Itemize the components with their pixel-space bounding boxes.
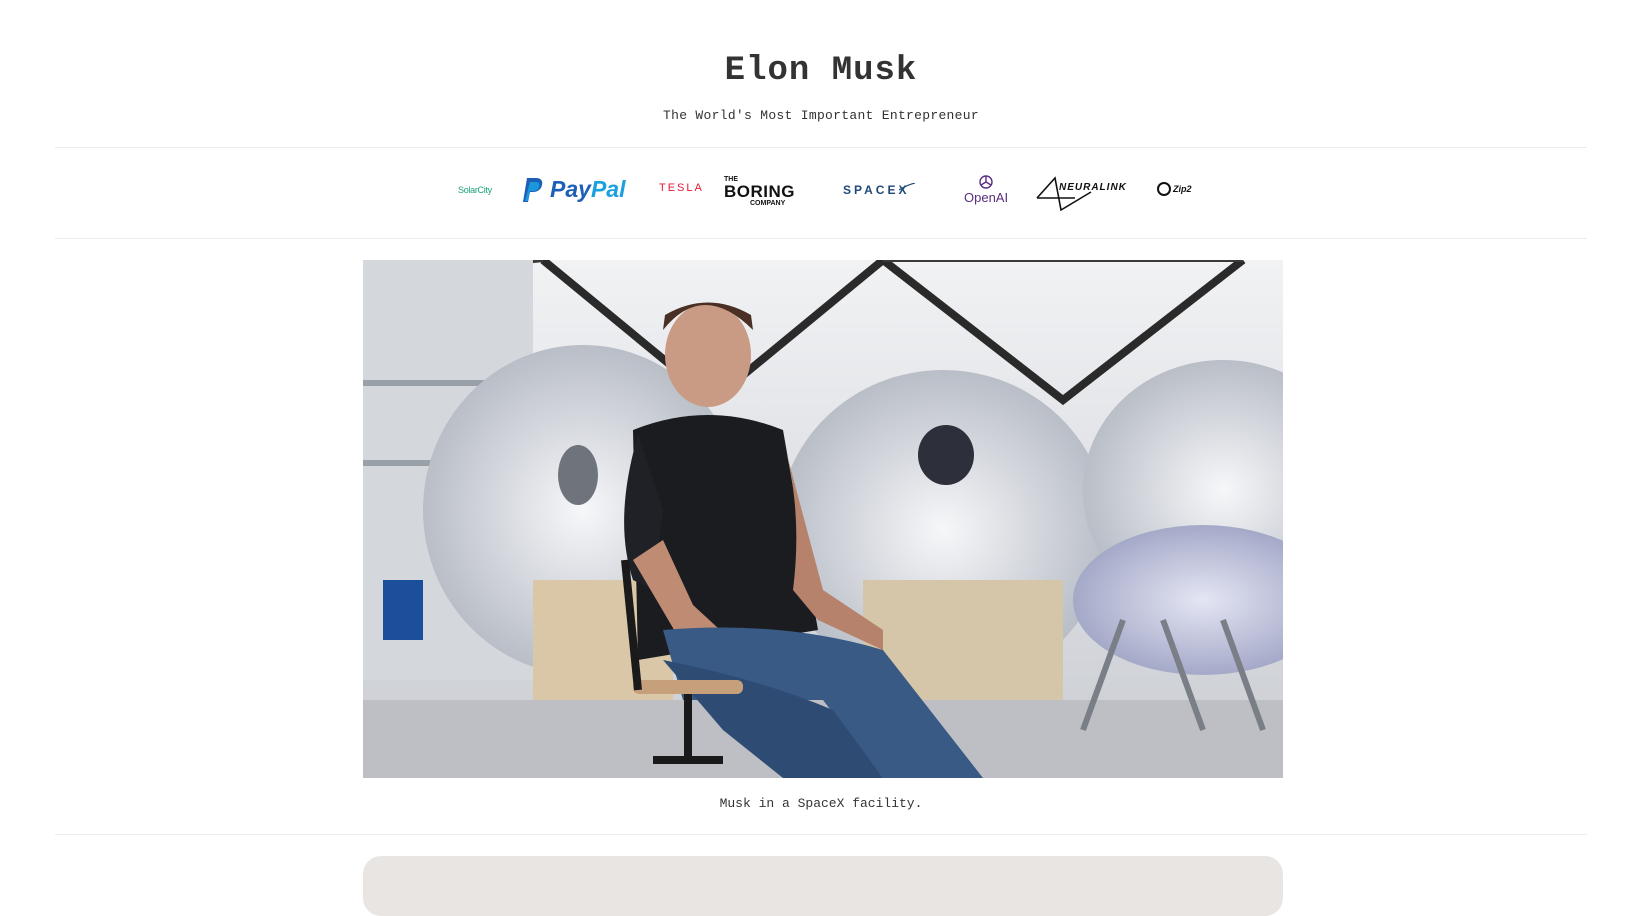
boring-logo-main: BORING	[724, 182, 795, 201]
spacex-logo: SPACEX	[843, 183, 916, 197]
divider	[55, 238, 1587, 239]
divider	[55, 834, 1587, 835]
paypal-logo-text-a: Pay	[550, 176, 591, 202]
divider	[55, 147, 1587, 148]
paypal-logo: PayPal	[522, 176, 625, 203]
photo-illustration	[363, 260, 1283, 778]
neuralink-logo-text: NEURALINK	[1059, 181, 1127, 193]
page-subtitle: The World's Most Important Entrepreneur	[663, 108, 979, 123]
boring-logo-bottom: COMPANY	[750, 200, 786, 207]
zip2-circle-icon	[1157, 182, 1171, 196]
photo-caption: Musk in a SpaceX facility.	[719, 796, 923, 811]
solarcity-logo: SolarCity	[458, 185, 492, 195]
zip2-logo: Zip2	[1157, 182, 1192, 196]
boring-company-logo: THE BORING COMPANY	[724, 176, 795, 207]
tesla-logo: TESLA	[659, 182, 704, 194]
musk-photo	[363, 260, 1283, 778]
company-logo-strip: SolarCity PayPal TESLA THE BORING COMPAN…	[0, 168, 1642, 212]
openai-logo-text: OpenAI	[964, 190, 1009, 205]
openai-logo: OpenAI	[964, 174, 1008, 205]
content-card	[363, 856, 1283, 916]
paypal-logo-text-b: Pal	[590, 176, 626, 202]
openai-knot-icon	[979, 175, 993, 189]
paypal-mark-icon	[523, 177, 543, 202]
neuralink-logo: NEURALINK	[1035, 176, 1127, 212]
spacex-swoosh-icon	[899, 183, 916, 191]
page-title: Elon Musk	[724, 52, 918, 90]
zip2-logo-text: Zip2	[1173, 184, 1192, 194]
